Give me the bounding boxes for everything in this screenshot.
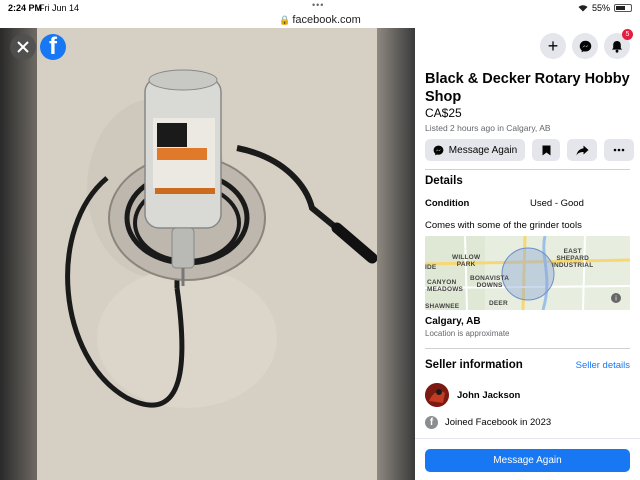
facebook-icon: f (425, 416, 438, 429)
map-label-east-shepard: EAST SHEPARD INDUSTRIAL (552, 248, 594, 269)
section-divider (425, 169, 630, 170)
primary-message-again-button[interactable]: Message Again (425, 449, 630, 472)
message-again-button[interactable]: Message Again (425, 139, 525, 161)
lock-icon: 🔒 (279, 15, 291, 25)
notification-badge: 5 (622, 29, 633, 40)
messenger-icon (579, 40, 591, 52)
location-map[interactable]: i EAST SHEPARD INDUSTRIAL WILLOW PARK IDE C… (425, 236, 630, 310)
close-icon (17, 41, 29, 53)
listing-title: Black & Decker Rotary Hobby Shop (425, 71, 630, 105)
close-viewer-button[interactable] (10, 34, 36, 60)
listing-photo (37, 28, 378, 480)
facebook-logo-letter: f (49, 34, 57, 60)
status-right: 55% (578, 3, 632, 13)
listing-meta: Listed 2 hours ago in Calgary, AB (425, 123, 551, 133)
map-label-willow-park: WILLOW PARK (452, 254, 481, 268)
seller-joined: Joined Facebook in 2023 (445, 417, 552, 428)
more-icon (613, 148, 625, 152)
map-label-ide: IDE (425, 264, 437, 271)
seller-heading: Seller information (425, 359, 523, 371)
map-graphic: i (425, 236, 630, 310)
facebook-logo[interactable]: f (40, 34, 66, 60)
share-button[interactable] (567, 139, 597, 161)
seller-avatar[interactable] (425, 383, 449, 407)
header-actions: + 5 (540, 29, 633, 59)
condition-label: Condition (425, 198, 470, 209)
more-dots-icon[interactable]: ••• (312, 0, 324, 10)
location-name: Calgary, AB (425, 316, 481, 327)
plus-icon: + (547, 36, 559, 56)
bookmark-icon (542, 145, 550, 155)
listing-actions: Message Again (425, 139, 634, 161)
listing-details-scroll[interactable]: Black & Decker Rotary Hobby Shop CA$25 L… (415, 64, 640, 438)
photo-blur-right (377, 28, 415, 480)
listing-panel: + 5 Black & Decker Rotary Hobby Shop CA$… (415, 28, 640, 480)
avatar-image (425, 383, 449, 407)
save-button[interactable] (532, 139, 560, 161)
map-label-bonavista: BONAVISTA DOWNS (470, 275, 510, 289)
bottom-action-bar: Message Again (415, 438, 640, 480)
seller-name[interactable]: John Jackson (457, 390, 520, 401)
map-label-shawnee: SHAWNEE (425, 303, 460, 310)
condition-value: Used - Good (530, 198, 584, 209)
product-image (37, 28, 378, 480)
listing-price: CA$25 (425, 106, 462, 120)
wifi-icon (578, 5, 588, 12)
status-time: 2:24 PM (8, 3, 43, 13)
address-bar[interactable]: 🔒 facebook.com (0, 14, 640, 26)
details-heading: Details (425, 175, 463, 187)
photo-viewer: f (0, 28, 415, 480)
section-divider (425, 348, 630, 349)
message-again-label: Message Again (448, 144, 518, 156)
photo-blur-left (0, 28, 37, 480)
messenger-icon (433, 145, 444, 155)
listing-description: Comes with some of the grinder tools (425, 220, 582, 231)
messenger-button[interactable] (572, 33, 598, 59)
notifications-button[interactable]: 5 (604, 29, 633, 59)
create-button[interactable]: + (540, 33, 566, 59)
map-label-canyon-meadows: CANYON MEADOWS (427, 279, 464, 293)
map-label-deer: DEER (489, 300, 508, 307)
status-bar: 2:24 PM Fri Jun 14 ••• 🔒 facebook.com 55% (0, 0, 640, 28)
url-text: facebook.com (292, 14, 361, 26)
battery-icon (614, 4, 632, 12)
seller-details-link[interactable]: Seller details (576, 360, 630, 371)
location-note: Location is approximate (425, 329, 510, 338)
share-icon (576, 145, 588, 155)
status-date: Fri Jun 14 (39, 3, 80, 13)
bell-icon (612, 40, 622, 53)
battery-percent: 55% (591, 3, 610, 13)
more-options-button[interactable] (604, 139, 634, 161)
